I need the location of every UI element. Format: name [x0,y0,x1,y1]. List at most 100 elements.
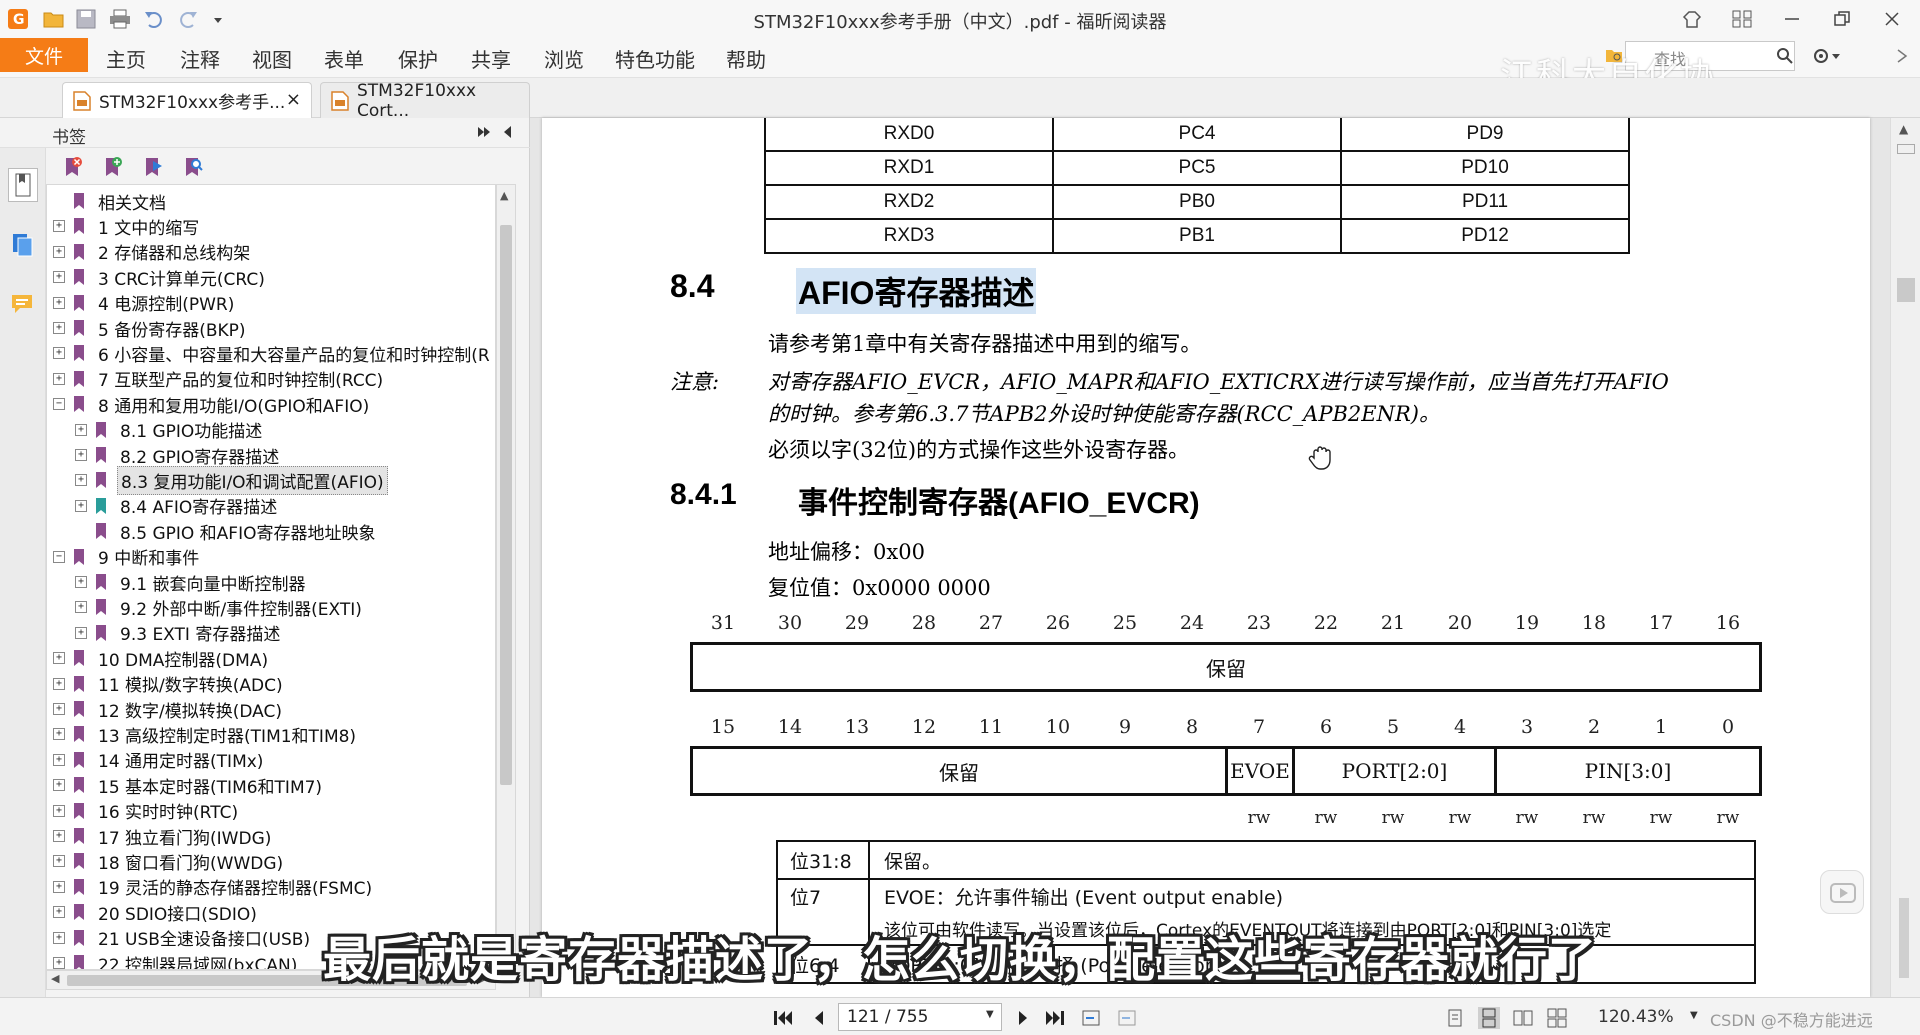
minimize-icon[interactable] [1772,4,1812,34]
menu-browse[interactable]: 浏览 [544,44,584,73]
expand-icon[interactable]: + [53,728,65,741]
layout-icon[interactable] [1722,4,1762,34]
bookmark-item[interactable]: 8.5 GPIO 和AFIO寄存器地址映象 [75,519,378,544]
expand-icon[interactable]: + [75,576,87,588]
bookmark-item[interactable]: +3 CRC计算单元(CRC) [53,265,268,290]
next-page-icon[interactable] [1012,1007,1034,1029]
bookmark-item[interactable]: +12 数字/模拟转换(DAC) [53,697,285,722]
expand-icon[interactable]: + [53,652,65,665]
first-page-icon[interactable] [772,1007,794,1029]
menu-form[interactable]: 表单 [324,44,364,73]
bookmark-item[interactable]: +8.1 GPIO功能描述 [75,418,265,442]
expand-icon[interactable]: + [75,499,87,512]
expand-icon[interactable]: + [53,296,65,309]
expand-icon[interactable]: + [75,474,87,487]
panel-options-icon[interactable] [476,124,492,140]
expand-icon[interactable]: + [53,906,65,919]
expand-icon[interactable]: + [75,601,87,614]
expand-icon[interactable]: + [53,880,65,893]
last-page-icon[interactable] [1044,1007,1066,1029]
tab-close-icon[interactable]: × [286,89,301,110]
add-bookmark-icon[interactable] [100,154,126,180]
scroll-up-icon[interactable]: ▲ [500,189,508,202]
expand-bookmark-icon[interactable] [140,154,166,180]
continuous-page-icon[interactable] [1478,1007,1500,1029]
bookmark-item[interactable]: +1 文中的缩写 [53,214,202,239]
expand-icon[interactable]: + [53,753,65,766]
menu-share[interactable]: 共享 [471,44,511,73]
panel-collapse-icon[interactable] [500,124,514,140]
bookmarks-panel-icon[interactable] [8,168,38,202]
bookmark-item[interactable]: +14 通用定时器(TIMx) [53,748,266,772]
restore-icon[interactable] [1822,4,1862,34]
skin-icon[interactable] [1672,4,1712,34]
bookmark-item[interactable]: +13 高级控制定时器(TIM1和TIM8) [53,722,359,747]
expand-icon[interactable]: + [53,220,65,233]
find-bookmark-icon[interactable] [180,154,206,180]
delete-bookmark-icon[interactable] [60,154,86,180]
expand-icon[interactable]: + [75,423,87,436]
menu-help[interactable]: 帮助 [726,44,766,73]
file-menu[interactable]: 文件 [0,38,88,72]
bookmark-item[interactable]: +17 独立看门狗(IWDG) [53,824,274,849]
bookmark-item[interactable]: 相关文档 [53,189,169,214]
tab-cortex-manual[interactable]: STM32F10xxx Cort... [320,81,530,121]
collapse-icon[interactable]: − [53,398,65,411]
menu-features[interactable]: 特色功能 [615,44,695,73]
bookmark-item[interactable]: +10 DMA控制器(DMA) [53,646,271,671]
document-vertical-scrollbar[interactable]: ▲ [1890,118,1920,997]
video-play-icon[interactable] [1820,870,1864,914]
scroll-up-icon[interactable]: ▲ [1899,122,1908,136]
close-icon[interactable] [1872,4,1912,34]
bookmark-item[interactable]: +19 灵活的静态存储器控制器(FSMC) [53,875,375,899]
expand-icon[interactable]: + [53,322,65,334]
page-dropdown-icon[interactable]: ▼ [986,1009,994,1020]
bookmark-item[interactable]: +16 实时时钟(RTC) [53,799,241,823]
expand-icon[interactable]: + [53,271,65,284]
comments-panel-icon[interactable] [8,288,38,322]
bookmark-item[interactable]: +8.3 复用功能I/O和调试配置(AFIO) [75,465,388,495]
bookmark-item[interactable]: +18 窗口看门狗(WWDG) [53,849,286,874]
expand-icon[interactable]: + [53,855,65,868]
bookmark-item[interactable]: +15 基本定时器(TIM6和TIM7) [53,773,325,798]
facing-pages-icon[interactable] [1512,1007,1534,1029]
menu-home[interactable]: 主页 [106,44,146,73]
expand-icon[interactable]: + [75,626,87,639]
zoom-dropdown-icon[interactable]: ▼ [1690,1010,1698,1021]
expand-icon[interactable]: + [53,779,65,792]
split-handle-icon[interactable] [1897,144,1915,154]
expand-icon[interactable]: + [53,804,65,817]
collapse-icon[interactable]: − [53,550,65,563]
bookmark-item[interactable]: +11 模拟/数字转换(ADC) [53,672,286,696]
bookmark-item[interactable]: +9.1 嵌套向量中断控制器 [75,570,308,595]
bookmark-item[interactable]: − 9 中断和事件 [53,545,202,569]
menu-comment[interactable]: 注释 [180,44,220,73]
single-page-icon[interactable] [1444,1007,1466,1029]
expand-icon[interactable]: + [53,372,65,385]
previous-page-icon[interactable] [808,1007,830,1029]
settings-icon[interactable] [1812,47,1842,65]
bookmark-item[interactable]: +2 存储器和总线构架 [53,240,253,264]
continuous-facing-icon[interactable] [1546,1007,1568,1029]
bookmark-vertical-scrollbar[interactable]: ▲ [496,184,516,970]
bookmark-item[interactable]: − 8 通用和复用功能I/O(GPIO和AFIO) [53,392,372,417]
expand-icon[interactable]: + [53,677,65,690]
expand-icon[interactable]: + [53,347,65,360]
bookmark-item[interactable]: +4 电源控制(PWR) [53,291,237,315]
menu-protect[interactable]: 保护 [398,44,438,73]
bookmark-item[interactable]: +5 备份寄存器(BKP) [53,316,249,341]
previous-view-icon[interactable] [1080,1007,1102,1029]
bookmark-item[interactable]: +6 小容量、中容量和大容量产品的复位和时钟控制(R [53,341,493,366]
expand-icon[interactable]: + [75,449,87,461]
menu-view[interactable]: 视图 [252,44,292,73]
bookmark-item[interactable]: +8.2 GPIO寄存器描述 [75,443,282,468]
expand-icon[interactable]: + [53,703,65,715]
bookmark-item[interactable]: +8.4 AFIO寄存器描述 [75,494,280,518]
pages-panel-icon[interactable] [8,228,38,262]
expand-icon[interactable]: + [53,245,65,258]
bookmark-item[interactable]: +9.3 EXTI 寄存器描述 [75,621,283,645]
bookmark-item[interactable]: +9.2 外部中断/事件控制器(EXTI) [75,595,365,620]
pdf-page[interactable]: RXD0 PC4 PD9 RXD1 PC5 PD10 RXD2 PB0 PD11… [542,118,1870,997]
zoom-level[interactable]: 120.43% [1598,1007,1674,1027]
ribbon-collapse-icon[interactable] [1895,46,1909,66]
